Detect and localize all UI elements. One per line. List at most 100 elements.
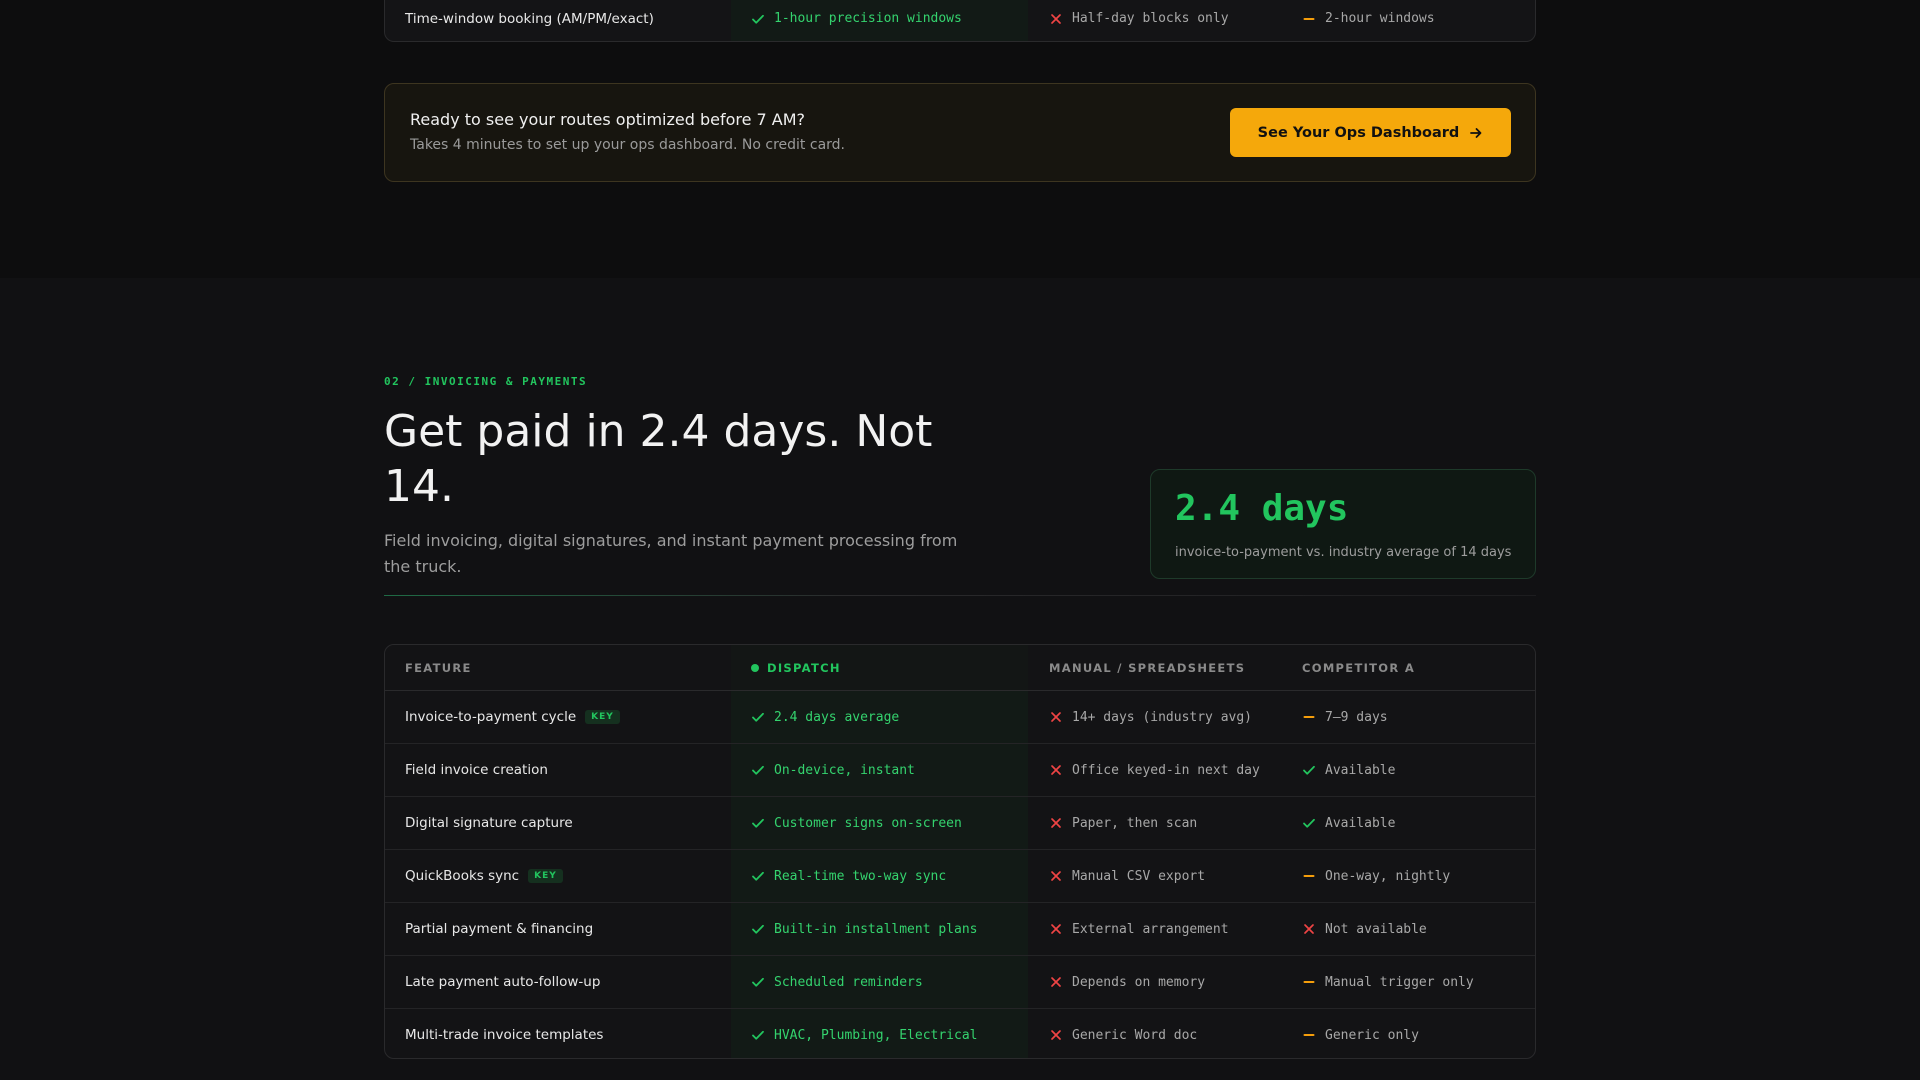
- dispatch-value-text: On-device, instant: [774, 762, 915, 778]
- arrow-right-icon: [1470, 127, 1482, 138]
- check-icon: [1302, 763, 1316, 777]
- competitor-value: 2-hour windows: [1302, 0, 1435, 41]
- stat-card: 2.4 days invoice-to-payment vs. industry…: [1150, 469, 1536, 579]
- competitor-value-text: Available: [1325, 815, 1396, 831]
- table-row: QuickBooks sync KEY Real-time two-way sync…: [385, 850, 1535, 903]
- feature-label: Invoice-to-payment cycle: [405, 709, 577, 725]
- header-dispatch: DISPATCH: [751, 645, 841, 691]
- cross-icon: [1049, 710, 1063, 724]
- manual-value: Half-day blocks only: [1049, 0, 1229, 41]
- competitor-value: 7–9 days: [1302, 691, 1388, 743]
- dispatch-value-text: Customer signs on-screen: [774, 815, 962, 831]
- cross-icon: [1049, 975, 1063, 989]
- competitor-value-text: Manual trigger only: [1325, 974, 1474, 990]
- dash-icon: [1302, 975, 1316, 989]
- check-icon: [751, 763, 765, 777]
- dispatch-value: Customer signs on-screen: [751, 797, 962, 849]
- cta-title: Ready to see your routes optimized befor…: [410, 110, 806, 129]
- manual-value-text: 14+ days (industry avg): [1072, 709, 1253, 725]
- table-row: Invoice-to-payment cycle KEY 2.4 days aver…: [385, 691, 1535, 744]
- dash-icon: [1302, 1028, 1316, 1042]
- feature-cell: Partial payment & financing: [405, 903, 593, 955]
- cta-subtitle: Takes 4 minutes to set up your ops dashb…: [410, 137, 845, 153]
- feature-cell: Late payment auto-follow-up: [405, 956, 600, 1008]
- previous-section: Time-window booking (AM/PM/exact) 1-hour…: [0, 0, 1920, 278]
- section-eyebrow: 02 / INVOICING & PAYMENTS: [384, 375, 588, 388]
- check-icon: [751, 1028, 765, 1042]
- header-dispatch-label: DISPATCH: [767, 661, 841, 675]
- dispatch-value-text: Real-time two-way sync: [774, 868, 947, 884]
- manual-value: 14+ days (industry avg): [1049, 691, 1252, 743]
- feature-label: Multi-trade invoice templates: [405, 1027, 604, 1043]
- cross-icon: [1049, 1028, 1063, 1042]
- competitor-value-text: Generic only: [1325, 1027, 1419, 1043]
- manual-value-text: Depends on memory: [1072, 974, 1206, 990]
- feature-cell: QuickBooks sync KEY: [405, 850, 563, 902]
- dispatch-value-text: Built-in installment plans: [774, 921, 978, 937]
- competitor-value: Available: [1302, 744, 1395, 796]
- table-row: Field invoice creation On-device, instant…: [385, 744, 1535, 797]
- dispatch-text: 1-hour precision windows: [774, 11, 962, 26]
- manual-value: Paper, then scan: [1049, 797, 1197, 849]
- invoicing-section: 02 / INVOICING & PAYMENTS Get paid in 2.…: [0, 278, 1920, 1080]
- competitor-value-text: Not available: [1325, 921, 1427, 937]
- table-row: Digital signature capture Customer signs …: [385, 797, 1535, 850]
- feature-cell: Digital signature capture: [405, 797, 573, 849]
- dispatch-value: HVAC, Plumbing, Electrical: [751, 1009, 978, 1058]
- cross-icon: [1049, 12, 1063, 26]
- check-icon: [1302, 816, 1316, 830]
- cross-icon: [1049, 922, 1063, 936]
- ops-dashboard-button[interactable]: See Your Ops Dashboard: [1230, 108, 1511, 157]
- dispatch-value: 2.4 days average: [751, 691, 899, 743]
- cross-icon: [1049, 816, 1063, 830]
- cross-icon: [1049, 869, 1063, 883]
- manual-value: Depends on memory: [1049, 956, 1205, 1008]
- competitor-value: Manual trigger only: [1302, 956, 1474, 1008]
- section-headline: Get paid in 2.4 days. Not 14.: [384, 406, 933, 512]
- section-subhead: Field invoicing, digital signatures, and…: [384, 531, 958, 576]
- manual-value-text: Manual CSV export: [1072, 868, 1206, 884]
- manual-value-text: Office keyed-in next day: [1072, 762, 1260, 778]
- comparison-row-time-window: Time-window booking (AM/PM/exact) 1-hour…: [384, 0, 1536, 42]
- competitor-value-text: 7–9 days: [1325, 709, 1388, 725]
- dispatch-value: Real-time two-way sync: [751, 850, 946, 902]
- manual-value-text: Paper, then scan: [1072, 815, 1198, 831]
- feature-cell: Invoice-to-payment cycle KEY: [405, 691, 620, 743]
- section-divider: [384, 595, 1536, 596]
- dispatch-value: Scheduled reminders: [751, 956, 923, 1008]
- feature-label: QuickBooks sync: [405, 868, 520, 884]
- table-row: Multi-trade invoice templates HVAC, Plumb…: [385, 1009, 1535, 1058]
- feature-label: Late payment auto-follow-up: [405, 974, 601, 990]
- table-row: Partial payment & financing Built-in inst…: [385, 903, 1535, 956]
- dispatch-value-text: 2.4 days average: [774, 709, 900, 725]
- manual-value-text: External arrangement: [1072, 921, 1229, 937]
- manual-value: Generic Word doc: [1049, 1009, 1198, 1058]
- competitor-text: 2-hour windows: [1325, 11, 1435, 26]
- feature-cell: Multi-trade invoice templates: [405, 1009, 604, 1058]
- check-icon: [751, 869, 765, 883]
- cross-icon: [1302, 922, 1316, 936]
- dash-icon: [1302, 710, 1316, 724]
- table-header: FEATURE DISPATCH MANUAL / SPREADSHEETS C…: [385, 645, 1535, 691]
- stat-value: 2.4 days: [1175, 488, 1349, 529]
- manual-value-text: Generic Word doc: [1072, 1027, 1198, 1043]
- dispatch-value-text: HVAC, Plumbing, Electrical: [774, 1027, 978, 1043]
- manual-text: Half-day blocks only: [1072, 11, 1229, 26]
- dispatch-value-text: Scheduled reminders: [774, 974, 923, 990]
- competitor-value-text: One-way, nightly: [1325, 868, 1451, 884]
- check-icon: [751, 922, 765, 936]
- competitor-value: Generic only: [1302, 1009, 1419, 1058]
- feature-label: Digital signature capture: [405, 815, 573, 831]
- key-badge: KEY: [585, 710, 620, 724]
- ops-dashboard-button-label: See Your Ops Dashboard: [1257, 124, 1460, 141]
- dispatch-value: Built-in installment plans: [751, 903, 978, 955]
- dash-icon: [1302, 869, 1316, 883]
- stat-caption: invoice-to-payment vs. industry average …: [1175, 545, 1512, 560]
- key-badge: KEY: [528, 869, 563, 883]
- competitor-value: One-way, nightly: [1302, 850, 1450, 902]
- check-icon: [751, 710, 765, 724]
- table-row: Late payment auto-follow-up Scheduled rem…: [385, 956, 1535, 1009]
- header-manual: MANUAL / SPREADSHEETS: [1049, 661, 1246, 675]
- check-icon: [751, 12, 765, 26]
- check-icon: [751, 975, 765, 989]
